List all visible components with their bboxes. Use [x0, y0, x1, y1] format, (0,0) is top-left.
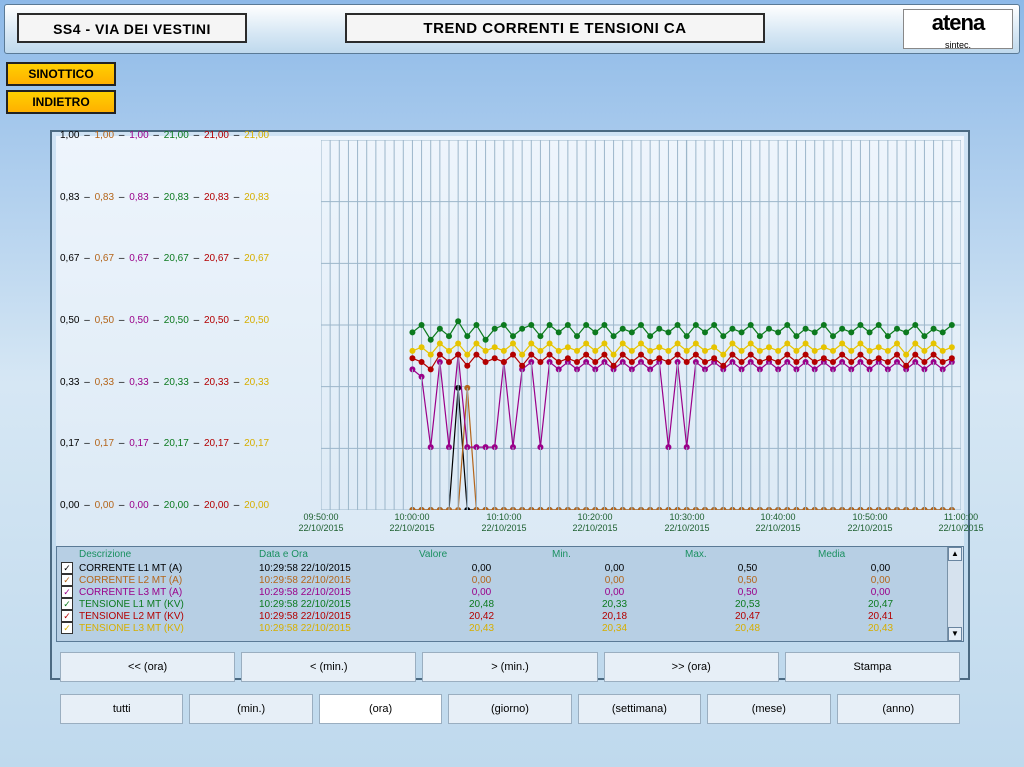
legend-min: 0,00 [548, 562, 681, 574]
range-min-button[interactable]: (min.) [189, 694, 312, 724]
legend-panel: Descrizione Data e Ora Valore Min. Max. … [56, 546, 964, 642]
legend-descr: TENSIONE L2 MT (KV) [75, 610, 255, 622]
legend-valore: 0,00 [415, 562, 548, 574]
series-checkbox[interactable]: ✓ [61, 574, 73, 586]
legend-min: 20,18 [548, 610, 681, 622]
legend-descr: CORRENTE L1 MT (A) [75, 562, 255, 574]
legend-row: ✓CORRENTE L3 MT (A)10:29:58 22/10/20150,… [57, 586, 947, 598]
legend-max: 0,50 [681, 586, 814, 598]
legend-max: 20,53 [681, 598, 814, 610]
print-button[interactable]: Stampa [785, 652, 960, 682]
range-hour-button[interactable]: (ora) [319, 694, 442, 724]
time-nav-row: << (ora) < (min.) > (min.) >> (ora) Stam… [60, 652, 960, 682]
series-checkbox[interactable]: ✓ [61, 622, 73, 634]
legend-max: 20,47 [681, 610, 814, 622]
legend-scrollbar[interactable]: ▲ ▼ [947, 547, 963, 641]
fwd-min-button[interactable]: > (min.) [422, 652, 597, 682]
legend-h-max: Max. [681, 547, 814, 562]
indietro-button[interactable]: INDIETRO [6, 90, 116, 114]
legend-valore: 0,00 [415, 586, 548, 598]
back-min-button[interactable]: < (min.) [241, 652, 416, 682]
scroll-up-icon[interactable]: ▲ [948, 547, 962, 561]
legend-max: 20,48 [681, 622, 814, 634]
fwd-hour-button[interactable]: >> (ora) [604, 652, 779, 682]
range-week-button[interactable]: (settimana) [578, 694, 701, 724]
legend-valore: 20,43 [415, 622, 548, 634]
y-axis-labels: 1,00 – 1,00 – 1,00 – 21,00 – 21,00 – 21,… [56, 136, 316, 506]
series-checkbox[interactable]: ✓ [61, 562, 73, 574]
legend-valore: 20,48 [415, 598, 548, 610]
legend-dataora: 10:29:58 22/10/2015 [255, 622, 415, 634]
legend-media: 20,43 [814, 622, 947, 634]
legend-valore: 20,42 [415, 610, 548, 622]
legend-h-media: Media [814, 547, 947, 562]
legend-media: 0,00 [814, 574, 947, 586]
legend-dataora: 10:29:58 22/10/2015 [255, 610, 415, 622]
legend-min: 0,00 [548, 574, 681, 586]
chart-plot [321, 140, 961, 510]
legend-row: ✓CORRENTE L2 MT (A)10:29:58 22/10/20150,… [57, 574, 947, 586]
back-hour-button[interactable]: << (ora) [60, 652, 235, 682]
legend-max: 0,50 [681, 562, 814, 574]
range-all-button[interactable]: tutti [60, 694, 183, 724]
sinottico-button[interactable]: SINOTTICO [6, 62, 116, 86]
legend-row: ✓TENSIONE L2 MT (KV)10:29:58 22/10/20152… [57, 610, 947, 622]
range-year-button[interactable]: (anno) [837, 694, 960, 724]
logo: atena sintec. [903, 9, 1013, 49]
series-checkbox[interactable]: ✓ [61, 586, 73, 598]
legend-row: ✓TENSIONE L3 MT (KV)10:29:58 22/10/20152… [57, 622, 947, 634]
legend-media: 0,00 [814, 586, 947, 598]
legend-media: 20,41 [814, 610, 947, 622]
legend-descr: CORRENTE L3 MT (A) [75, 586, 255, 598]
x-axis-labels: 09:50:0022/10/201510:00:0022/10/201510:1… [56, 512, 964, 546]
chart-frame: 1,00 – 1,00 – 1,00 – 21,00 – 21,00 – 21,… [50, 130, 970, 680]
legend-table: Descrizione Data e Ora Valore Min. Max. … [57, 547, 947, 634]
station-name: SS4 - VIA DEI VESTINI [17, 13, 247, 43]
legend-h-dataora: Data e Ora [255, 547, 415, 562]
range-day-button[interactable]: (giorno) [448, 694, 571, 724]
legend-dataora: 10:29:58 22/10/2015 [255, 574, 415, 586]
page-title: TREND CORRENTI E TENSIONI CA [345, 13, 765, 43]
series-checkbox[interactable]: ✓ [61, 610, 73, 622]
legend-row: ✓CORRENTE L1 MT (A)10:29:58 22/10/20150,… [57, 562, 947, 574]
range-month-button[interactable]: (mese) [707, 694, 830, 724]
chart-area[interactable]: 1,00 – 1,00 – 1,00 – 21,00 – 21,00 – 21,… [56, 136, 964, 546]
legend-media: 0,00 [814, 562, 947, 574]
legend-dataora: 10:29:58 22/10/2015 [255, 586, 415, 598]
scroll-down-icon[interactable]: ▼ [948, 627, 962, 641]
legend-descr: TENSIONE L1 MT (KV) [75, 598, 255, 610]
legend-min: 20,34 [548, 622, 681, 634]
logo-subtext: sintec. [904, 32, 1012, 58]
legend-min: 0,00 [548, 586, 681, 598]
legend-h-valore: Valore [415, 547, 548, 562]
legend-valore: 0,00 [415, 574, 548, 586]
legend-min: 20,33 [548, 598, 681, 610]
legend-descr: TENSIONE L3 MT (KV) [75, 622, 255, 634]
time-range-row: tutti (min.) (ora) (giorno) (settimana) … [60, 694, 960, 724]
legend-dataora: 10:29:58 22/10/2015 [255, 562, 415, 574]
series-checkbox[interactable]: ✓ [61, 598, 73, 610]
legend-descr: CORRENTE L2 MT (A) [75, 574, 255, 586]
header-bar: SS4 - VIA DEI VESTINI TREND CORRENTI E T… [4, 4, 1020, 54]
legend-h-min: Min. [548, 547, 681, 562]
legend-max: 0,50 [681, 574, 814, 586]
legend-media: 20,47 [814, 598, 947, 610]
legend-dataora: 10:29:58 22/10/2015 [255, 598, 415, 610]
legend-h-descr: Descrizione [75, 547, 255, 562]
legend-row: ✓TENSIONE L1 MT (KV)10:29:58 22/10/20152… [57, 598, 947, 610]
